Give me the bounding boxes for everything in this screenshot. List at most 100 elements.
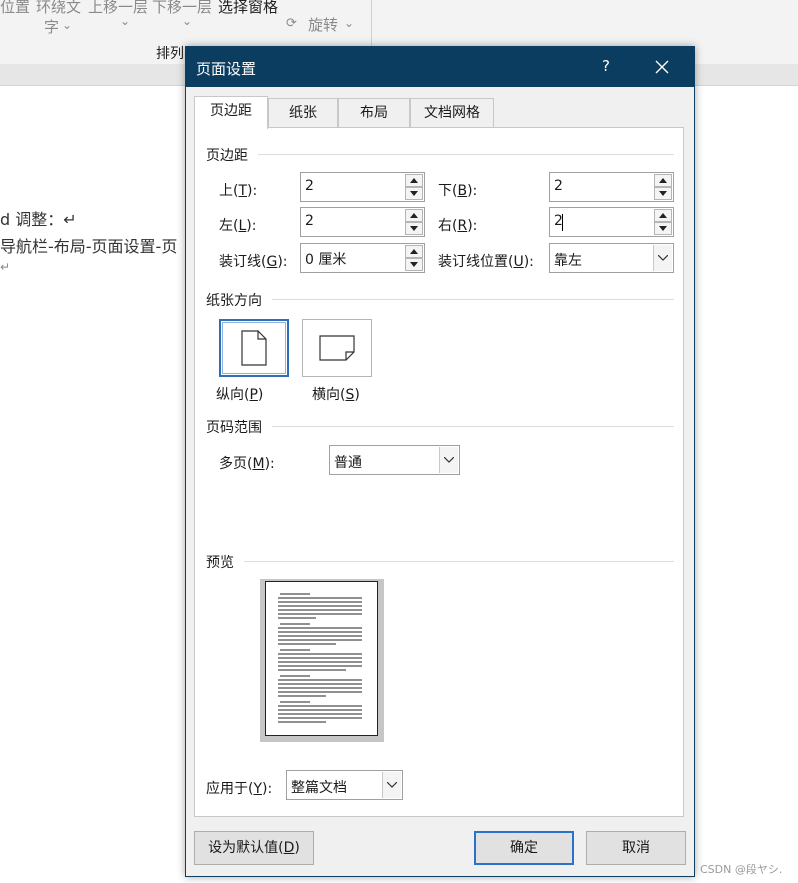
left-margin-input[interactable]: 2 [305,213,314,229]
ribbon-position-button[interactable]: 位置 [0,0,30,17]
gutter-position-label: 装订线位置(U): [438,254,534,270]
document-line: 导航栏-布局-页面设置-页 [0,237,178,256]
gutter-spinner[interactable]: 0 厘米 [300,243,425,273]
spin-down-button[interactable] [654,222,672,235]
bottom-margin-label: 下(B): [438,183,478,199]
left-margin-spinner[interactable]: 2 [300,207,425,237]
mnemonic: U [513,254,524,270]
spin-up-button[interactable] [405,245,423,258]
ribbon-wrap-text-label-2: 字 [44,18,60,36]
spin-up-button[interactable] [405,174,423,187]
section-orientation-title: 纸张方向 [206,293,262,309]
top-margin-input[interactable]: 2 [305,178,314,194]
chevron-down-icon [658,255,668,261]
multiple-pages-label: 多页(M): [219,456,275,472]
gutter-position-select[interactable]: 靠左 [549,243,674,273]
mnemonic: P [249,387,258,403]
left-margin-label: 左(L): [219,218,257,234]
close-button[interactable] [646,53,678,81]
spinner-arrows [405,245,423,271]
apply-to-value: 整篇文档 [291,780,347,796]
section-divider [244,561,674,562]
tab-margins[interactable]: 页边距 [194,96,268,129]
right-margin-spinner[interactable]: 2 [549,207,674,237]
arrow-up-icon [410,249,418,254]
arrow-down-icon [659,226,667,231]
spinner-arrows [654,209,672,235]
multiple-pages-select[interactable]: 普通 [329,445,460,475]
landscape-page-icon [319,335,355,361]
section-pages-title: 页码范围 [206,420,262,436]
rotate-icon: ⟳ [286,16,297,31]
arrow-down-icon [410,191,418,196]
gutter-position-value: 靠左 [554,253,582,269]
ribbon-separator [371,0,372,50]
tab-layout[interactable]: 布局 [338,98,410,128]
spin-up-button[interactable] [654,174,672,187]
dropdown-button[interactable] [653,245,672,271]
ribbon-group-arrange-label: 排列 [156,46,184,62]
dialog-titlebar[interactable]: 页面设置 ? [186,47,694,87]
bottom-margin-input[interactable]: 2 [554,178,563,194]
page-setup-dialog: 页面设置 ? 页边距 纸张 布局 文档网格 页边距 上(T): 2 下(B): … [185,46,695,877]
preview-text-lines-icon [278,593,362,723]
section-divider [258,154,674,155]
ok-button[interactable]: 确定 [474,831,574,865]
arrow-down-icon [410,226,418,231]
cancel-button[interactable]: 取消 [586,831,686,865]
chevron-down-icon: ⌄ [120,14,131,28]
portrait-page-icon [241,330,267,366]
document-line: ↵ [0,260,11,274]
mnemonic: T [238,183,248,199]
ribbon-selection-pane-button[interactable]: 选择窗格 [218,0,278,17]
dialog-title: 页面设置 [196,60,257,78]
apply-to-label: 应用于(Y): [206,781,273,797]
spin-down-button[interactable] [405,222,423,235]
apply-to-select[interactable]: 整篇文档 [286,770,403,800]
chevron-down-icon [387,782,397,788]
mnemonic: Y [253,781,263,797]
spin-down-button[interactable] [405,187,423,200]
tab-paper[interactable]: 纸张 [268,98,338,128]
section-preview-title: 预览 [206,555,234,571]
spinner-arrows [405,174,423,200]
ribbon-wrap-text-button[interactable]: 环绕文 [36,0,81,17]
top-margin-spinner[interactable]: 2 [300,172,425,202]
mnemonic: M [252,456,265,472]
section-divider [272,426,674,427]
help-button[interactable]: ? [596,57,616,75]
spin-up-button[interactable] [654,209,672,222]
spin-down-button[interactable] [405,258,423,271]
document-line: d 调整：↵ [0,210,77,229]
text-cursor [562,214,563,231]
section-margins-title: 页边距 [206,148,248,164]
landscape-label: 横向(S) [312,387,360,403]
chevron-down-icon: ⌄ [182,14,193,28]
mnemonic: S [345,387,355,403]
bottom-margin-spinner[interactable]: 2 [549,172,674,202]
dropdown-button[interactable] [439,447,458,473]
ribbon-rotate-button[interactable]: 旋转 [308,14,338,35]
set-default-button[interactable]: 设为默认值(D) [194,831,314,865]
mnemonic: L [238,218,247,234]
portrait-button[interactable] [219,319,289,377]
spin-down-button[interactable] [654,187,672,200]
mnemonic: B [457,183,468,199]
ribbon-bring-forward-button[interactable]: 上移一层 [88,0,148,17]
mnemonic: D [283,840,295,856]
mnemonic: G [266,254,278,270]
preview-page [265,581,378,736]
spin-up-button[interactable] [405,209,423,222]
spinner-arrows [405,209,423,235]
arrow-up-icon [659,178,667,183]
dropdown-button[interactable] [382,772,401,798]
gutter-input[interactable]: 0 厘米 [305,249,346,269]
chevron-down-icon [444,457,454,463]
landscape-button[interactable] [302,319,372,377]
section-divider [272,299,674,300]
arrow-down-icon [659,191,667,196]
tab-document-grid[interactable]: 文档网格 [410,98,494,128]
gutter-label: 装订线(G): [219,254,288,270]
watermark: CSDN @段ヤシ. [700,863,783,876]
chevron-down-icon: ⌄ [344,16,355,30]
